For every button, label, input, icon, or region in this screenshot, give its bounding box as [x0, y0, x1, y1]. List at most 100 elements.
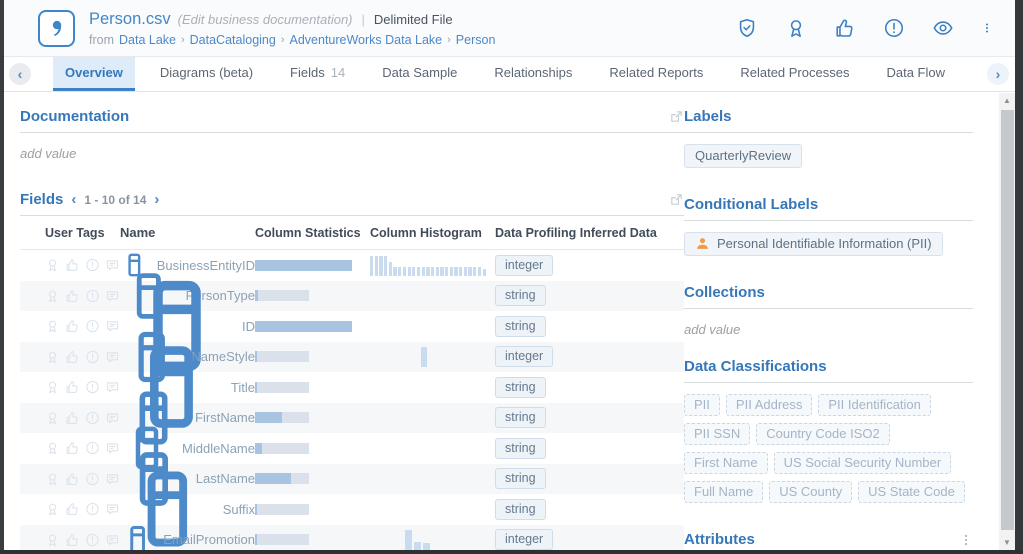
inferred-type-cell: integer [495, 346, 684, 367]
statistics-bar [255, 534, 309, 545]
tab-overview[interactable]: Overview [53, 57, 135, 91]
tab-label: Fields [290, 65, 325, 80]
histogram-bar [431, 267, 434, 275]
column-histogram-cell [370, 311, 495, 342]
tab-label: Relationships [494, 65, 572, 80]
tab-relationships[interactable]: Relationships [482, 57, 584, 91]
documentation-add-value[interactable]: add value [20, 133, 684, 161]
histogram-bar [379, 256, 382, 276]
statistics-bar [255, 382, 309, 393]
breadcrumb-link-adventureworks-data-lake[interactable]: AdventureWorks Data Lake [290, 33, 443, 47]
histogram-bar [423, 543, 430, 550]
histogram-bar [422, 267, 425, 275]
tab-related-reports[interactable]: Related Reports [597, 57, 715, 91]
classification-chip-country-code-iso2[interactable]: Country Code ISO2 [756, 423, 889, 445]
breadcrumb-link-datacataloging[interactable]: DataCataloging [190, 33, 276, 47]
classification-chip-us-state-code[interactable]: US State Code [858, 481, 965, 503]
tab-fields[interactable]: Fields 14 [278, 57, 357, 91]
classification-chip-us-social-security-number[interactable]: US Social Security Number [774, 452, 952, 474]
statistics-bar [255, 290, 309, 301]
certification-icon[interactable] [785, 17, 807, 39]
breadcrumb-link-person[interactable]: Person [456, 33, 496, 47]
fields-table: User Tags Name Column Statistics Column … [20, 216, 684, 554]
classification-chip-us-county[interactable]: US County [769, 481, 852, 503]
documentation-expand-icon[interactable] [669, 109, 684, 124]
breadcrumb-link-data-lake[interactable]: Data Lake [119, 33, 176, 47]
tab-related-processes[interactable]: Related Processes [728, 57, 861, 91]
inferred-type-cell: integer [495, 255, 684, 276]
histogram-bar [417, 267, 420, 275]
verified-shield-icon[interactable] [736, 17, 758, 39]
statistics-bar [255, 351, 309, 362]
inferred-type-cell: string [495, 468, 684, 489]
tab-diagrams-beta[interactable]: Diagrams (beta) [148, 57, 265, 91]
tab-data-sample[interactable]: Data Sample [370, 57, 469, 91]
column-histogram-cell [370, 342, 495, 373]
histogram-chart [370, 530, 487, 550]
histogram-bar [459, 267, 462, 275]
tab-label: Overview [65, 65, 123, 80]
conditional-label-chip-personal-identifiable-information-pii[interactable]: Personal Identifiable Information (PII) [684, 232, 943, 256]
histogram-bar [403, 267, 406, 275]
tab-count-badge: 14 [331, 65, 345, 80]
scrollbar-thumb[interactable] [1001, 110, 1014, 530]
histogram-bar [384, 256, 387, 276]
histogram-bar [426, 267, 429, 275]
column-statistics-cell [255, 260, 370, 271]
statistics-bar-fill [255, 321, 352, 332]
classification-chip-pii[interactable]: PII [684, 394, 720, 416]
attributes-more-options-icon[interactable] [959, 532, 973, 548]
collections-add-value[interactable]: add value [684, 309, 973, 337]
scrollbar-down-arrow[interactable]: ▼ [999, 535, 1015, 550]
breadcrumb-separator: › [281, 34, 285, 46]
column-histogram-cell [370, 494, 495, 525]
classification-chip-first-name[interactable]: First Name [684, 452, 768, 474]
vertical-scrollbar[interactable]: ▲ ▼ [999, 93, 1015, 550]
data-classifications-section: Data Classifications PII PII Address PII I… [684, 358, 973, 510]
fields-expand-icon[interactable] [669, 192, 684, 207]
column-header-data-profiling: Data Profiling Inferred Data [495, 226, 657, 240]
certification-icon[interactable] [45, 465, 60, 554]
data-classifications-heading: Data Classifications [684, 358, 827, 375]
field-name-link[interactable]: EmailPromotion [163, 532, 255, 547]
tabs-scroll-left-button[interactable]: ‹ [9, 63, 31, 85]
comment-icon[interactable] [105, 465, 120, 554]
breadcrumb-separator: › [181, 34, 185, 46]
tab-label: Data Flow [886, 65, 945, 80]
histogram-bar [412, 267, 415, 275]
endorse-icon[interactable] [834, 17, 856, 39]
tab-bar: ‹ Overview Diagrams (beta) Fields 14 Data Sa… [4, 57, 1015, 92]
inferred-type-cell: string [495, 377, 684, 398]
title-separator: | [360, 12, 367, 27]
statistics-bar-fill [255, 412, 282, 423]
column-header-column-statistics: Column Statistics [255, 226, 361, 240]
issue-icon[interactable] [85, 465, 100, 554]
tab-label: Related Processes [740, 65, 849, 80]
histogram-bar [450, 267, 453, 275]
fields-section: Fields ‹ 1 - 10 of 14 › User Tags Name C… [20, 191, 684, 554]
issue-icon[interactable] [883, 17, 905, 39]
inferred-type-cell: integer [495, 529, 684, 550]
tabs-scroll-right-button[interactable]: › [987, 63, 1009, 85]
more-options-icon[interactable] [981, 17, 993, 39]
histogram-bar [440, 267, 443, 275]
statistics-bar-fill [255, 351, 257, 362]
statistics-bar [255, 473, 309, 484]
watch-icon[interactable] [932, 17, 954, 39]
conditional-labels-section: Conditional Labels Personal Identifiable… [684, 196, 973, 263]
classification-chip-full-name[interactable]: Full Name [684, 481, 763, 503]
classification-chip-pii-address[interactable]: PII Address [726, 394, 812, 416]
statistics-bar-fill [255, 443, 262, 454]
endorse-icon[interactable] [65, 465, 80, 554]
classification-chip-pii-identification[interactable]: PII Identification [818, 394, 931, 416]
inferred-type-cell: string [495, 407, 684, 428]
histogram-bar [473, 267, 476, 275]
label-chip-quarterlyreview[interactable]: QuarterlyReview [684, 144, 802, 168]
edit-documentation-link[interactable]: (Edit business documentation) [178, 12, 353, 27]
statistics-bar-fill [255, 473, 291, 484]
classification-chip-pii-ssn[interactable]: PII SSN [684, 423, 750, 445]
scrollbar-up-arrow[interactable]: ▲ [999, 93, 1015, 108]
tab-data-flow[interactable]: Data Flow [874, 57, 957, 91]
inferred-type-badge: integer [495, 529, 553, 550]
histogram-bar [414, 542, 421, 550]
